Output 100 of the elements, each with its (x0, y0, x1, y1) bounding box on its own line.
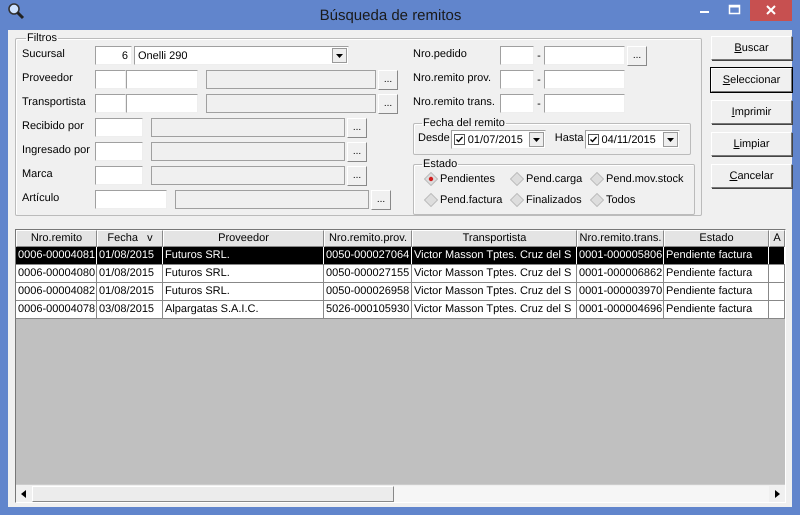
browse-button[interactable]: ... (371, 190, 391, 210)
close-icon[interactable] (750, 0, 792, 21)
browse-button[interactable]: ... (378, 94, 398, 114)
input-field[interactable] (126, 94, 198, 113)
separator-text: - (536, 74, 542, 86)
dropdown-field[interactable]: Onelli 290 (134, 46, 349, 65)
table-cell: 01/08/2015 (99, 267, 154, 279)
field-label: Nro.remito trans. (413, 96, 496, 108)
input-field[interactable] (95, 118, 143, 137)
column-header[interactable]: Fecha v (97, 230, 163, 247)
table-row[interactable]: 0006-00004080 01/08/2015 Futuros SRL. 0050-000027155 Victor Masson Tptes. Cruz del S 0001-000006862 Pendiente factura (16, 265, 785, 283)
column-header[interactable]: Transportista (412, 230, 577, 247)
table-cell: 0001-000006862 (579, 267, 662, 279)
input-field[interactable] (544, 70, 625, 89)
browse-button[interactable]: ... (378, 70, 398, 90)
input-field[interactable] (500, 70, 534, 89)
radio-label[interactable]: Finalizados (526, 194, 582, 206)
input-field[interactable] (95, 142, 143, 161)
radio-button[interactable] (424, 172, 438, 186)
date-picker[interactable]: 04/11/2015 (584, 130, 680, 149)
table-cell: Pendiente factura (666, 267, 752, 279)
date-picker[interactable]: 01/07/2015 (450, 130, 546, 149)
table-cell: 0050-000026958 (326, 285, 410, 297)
input-field[interactable] (544, 46, 625, 65)
dialog-button[interactable]: Seleccionar (711, 68, 792, 92)
input-field[interactable] (95, 166, 143, 185)
table-cell: 0001-000005806 (579, 249, 662, 261)
table-cell: Futuros SRL. (165, 267, 230, 279)
radio-label[interactable]: Pend.factura (440, 194, 502, 206)
input-field[interactable] (95, 94, 126, 113)
column-header[interactable]: A (769, 230, 785, 247)
table-cell: 0001-000003970 (579, 285, 662, 297)
table-cell: 01/08/2015 (99, 285, 154, 297)
checkbox[interactable] (588, 134, 599, 145)
dialog-button[interactable]: Cancelar (711, 164, 792, 188)
browse-button[interactable]: ... (627, 46, 647, 66)
radio-label[interactable]: Pendientes (440, 173, 496, 185)
browse-button[interactable]: ... (347, 166, 367, 186)
table-cell: Victor Masson Tptes. Cruz del S (414, 303, 572, 315)
radio-button[interactable] (590, 193, 604, 207)
input-field[interactable] (500, 94, 534, 113)
table-cell: Futuros SRL. (165, 285, 230, 297)
field-label: Desde (418, 132, 450, 144)
column-header[interactable]: Proveedor (163, 230, 324, 247)
radio-button[interactable] (424, 193, 438, 207)
radio-button[interactable] (510, 172, 524, 186)
dialog-button[interactable]: Limpiar (711, 132, 792, 156)
input-field[interactable] (500, 46, 534, 65)
table-cell: 0050-000027155 (326, 267, 410, 279)
table-row[interactable]: 0006-00004082 01/08/2015 Futuros SRL. 0050-000026958 Victor Masson Tptes. Cruz del S 0001-000003970 Pendiente factura (16, 283, 785, 301)
table-cell: Pendiente factura (666, 249, 752, 261)
input-field[interactable] (95, 190, 167, 209)
magnifier-icon (7, 2, 25, 20)
table-cell: 01/08/2015 (99, 249, 154, 261)
field-label: Nro.remito prov. (413, 72, 492, 84)
radio-button[interactable] (510, 193, 524, 207)
table-cell: Victor Masson Tptes. Cruz del S (414, 249, 572, 261)
table-cell: Pendiente factura (666, 285, 752, 297)
radio-button[interactable] (590, 172, 604, 186)
horizontal-scrollbar[interactable] (16, 484, 785, 502)
group-title: Estado (422, 158, 458, 170)
table-cell: Futuros SRL. (165, 249, 230, 261)
radio-label[interactable]: Pend.carga (526, 173, 582, 185)
table-cell: 0050-000027064 (326, 249, 410, 261)
input-field[interactable]: 6 (95, 46, 132, 65)
table-cell: 0006-00004078 (18, 303, 96, 315)
table-cell: 0006-00004080 (18, 267, 96, 279)
input-field[interactable] (95, 70, 126, 89)
table-cell: 0006-00004082 (18, 285, 96, 297)
checkbox[interactable] (454, 134, 465, 145)
field-label: Sucursal (22, 48, 66, 60)
table-cell: Alpargatas S.A.I.C. (165, 303, 259, 315)
field-label: Proveedor (22, 72, 74, 84)
field-label: Ingresado por (22, 144, 91, 156)
dialog-button[interactable]: Buscar (711, 36, 792, 60)
field-label: Artículo (22, 192, 60, 204)
table-row[interactable]: 0006-00004081 01/08/2015 Futuros SRL. 0050-000027064 Victor Masson Tptes. Cruz del S 0001-000005806 Pendiente factura (16, 247, 785, 265)
window-title: Búsqueda de remitos (318, 6, 462, 24)
input-field[interactable] (126, 70, 198, 89)
column-header[interactable]: Nro.remito (16, 230, 97, 247)
group-title: Filtros (26, 32, 58, 44)
table-cell: 0006-00004081 (18, 249, 96, 261)
field-label: Marca (22, 168, 54, 180)
radio-label[interactable]: Pend.mov.stock (606, 173, 684, 185)
radio-label[interactable]: Todos (606, 194, 636, 206)
field-label: Hasta (554, 132, 584, 144)
dialog-button[interactable]: Imprimir (711, 100, 792, 124)
field-label: Recibido por (22, 120, 85, 132)
column-header[interactable]: Nro.remito.trans. (577, 230, 664, 247)
group-title: Fecha del remito (422, 117, 506, 129)
column-header[interactable]: Estado (664, 230, 769, 247)
browse-button[interactable]: ... (347, 118, 367, 138)
table-cell: 0001-000004696 (579, 303, 662, 315)
scroll-thumb[interactable] (32, 486, 394, 502)
table-cell: 5026-000105930 (326, 303, 410, 315)
input-field[interactable] (544, 94, 625, 113)
browse-button[interactable]: ... (347, 142, 367, 162)
column-header[interactable]: Nro.remito.prov. (324, 230, 412, 247)
table-row[interactable]: 0006-00004078 03/08/2015 Alpargatas S.A.I.C. 5026-000105930 Victor Masson Tptes. Cruz del S 0001-000004696 Pendiente factura (16, 301, 785, 319)
table-cell: Victor Masson Tptes. Cruz del S (414, 267, 572, 279)
